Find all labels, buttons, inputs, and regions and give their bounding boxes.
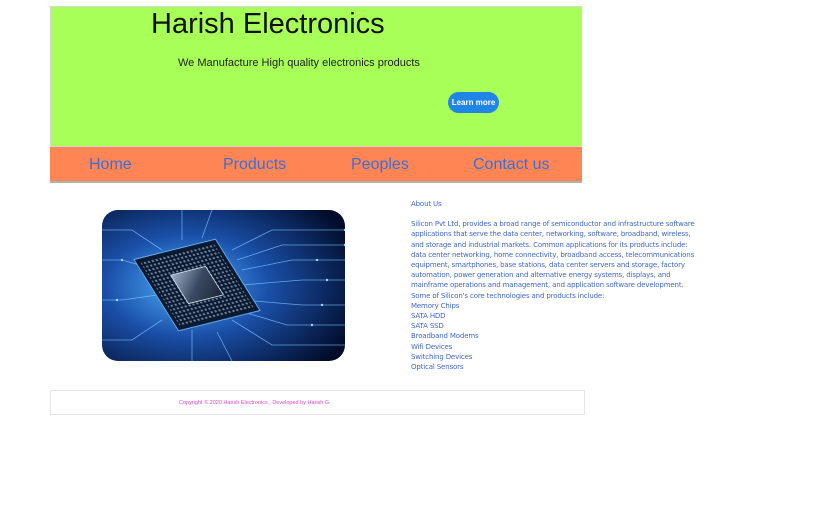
nav-products[interactable]: Products — [223, 155, 286, 174]
product-list: Memory Chips SATA HDD SATA SSD Broadband… — [411, 301, 701, 372]
nav-home[interactable]: Home — [89, 155, 132, 174]
list-item: SATA HDD — [411, 312, 446, 321]
circuit-chip-illustration — [102, 210, 345, 361]
circuit-board-image — [102, 210, 345, 361]
copyright-text: Copyright © 2020 Harish Electronics , De… — [179, 400, 330, 406]
page-footer: Copyright © 2020 Harish Electronics , De… — [50, 390, 585, 415]
nav-peoples[interactable]: Peoples — [351, 155, 409, 174]
about-description: Silicon Pvt Ltd, provides a broad range … — [411, 220, 695, 290]
list-item: SATA SSD — [411, 322, 444, 331]
list-item: Wifi Devices — [411, 342, 453, 351]
list-item: Switching Devices — [411, 352, 473, 361]
hero-tagline: We Manufacture High quality electronics … — [178, 57, 420, 69]
main-nav: Home Products Peoples Contact us — [50, 147, 582, 183]
list-item: Memory Chips — [411, 301, 460, 310]
list-item: Optical Sensors — [411, 363, 464, 372]
nav-contact-us[interactable]: Contact us — [473, 155, 549, 174]
hero-banner: Harish Electronics We Manufacture High q… — [50, 6, 582, 147]
site-title: Harish Electronics — [151, 8, 385, 40]
about-intro: Some of Silicon's core technologies and … — [411, 291, 605, 300]
about-section: About Us Silicon Pvt Ltd, provides a bro… — [411, 199, 701, 372]
learn-more-button[interactable]: Learn more — [448, 92, 499, 113]
list-item: Broadband Modems — [411, 332, 479, 341]
about-heading: About Us — [411, 200, 442, 208]
